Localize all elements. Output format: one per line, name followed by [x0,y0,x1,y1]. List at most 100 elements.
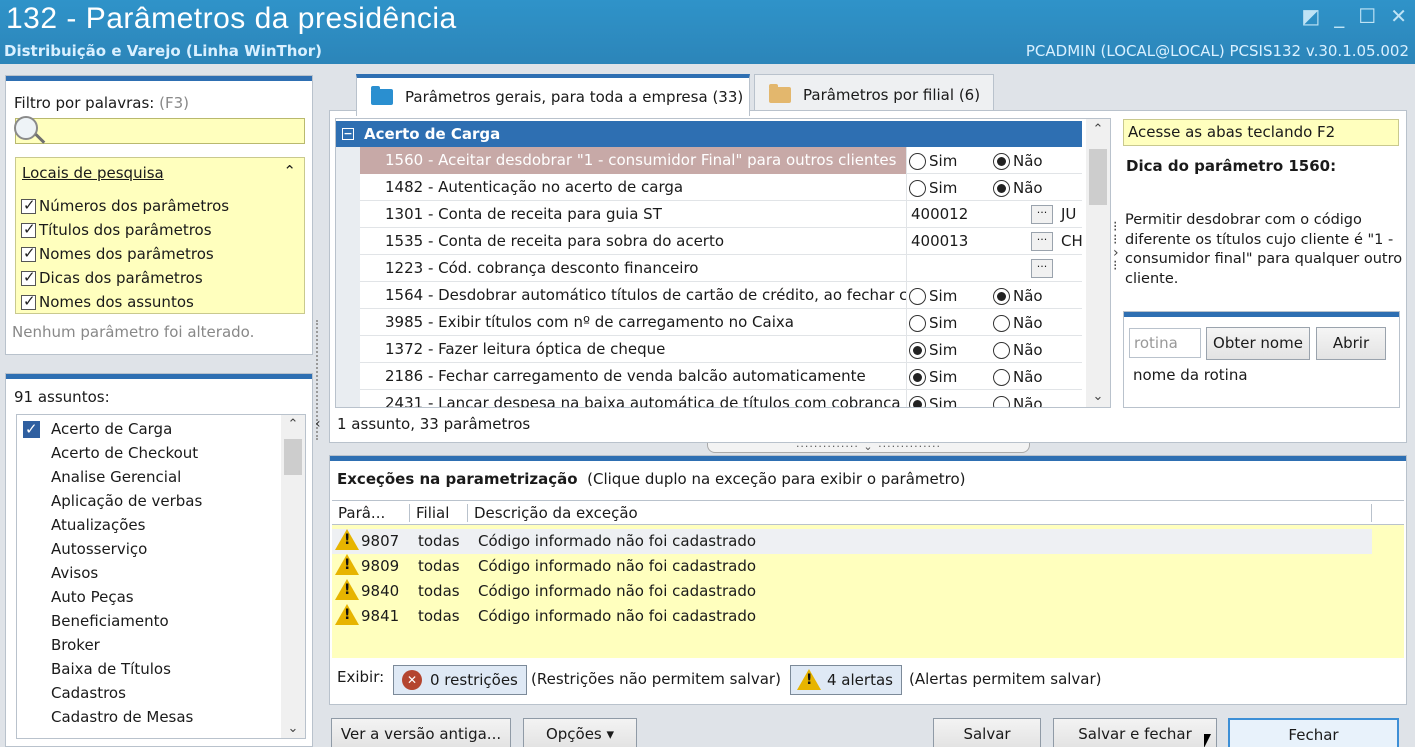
subject-item[interactable]: Acerto de Carga [23,417,305,441]
exception-row[interactable]: 9807 todas Código informado não foi cada… [332,529,1372,554]
restrictions-button[interactable]: ✕ 0 restrições [393,665,527,695]
old-version-button[interactable]: Ver a versão antiga... [331,718,511,747]
param-row[interactable]: 1223 - Cód. cobrança desconto financeiro… [360,255,1082,282]
param-row[interactable]: 3985 - Exibir títulos com nº de carregam… [360,309,1082,336]
param-title: 2186 - Fechar carregamento de venda balc… [385,367,866,385]
lookup-button[interactable]: ··· [1031,205,1053,224]
chevron-up-icon[interactable]: ⌃ [281,417,305,432]
radio-nao[interactable]: Não [993,396,1043,407]
lookup-button[interactable]: ··· [1031,259,1053,278]
lookup-button[interactable]: ··· [1031,232,1053,251]
tab-general-params[interactable]: Parâmetros gerais, para toda a empresa (… [356,74,750,116]
checkbox-checked-icon[interactable] [23,417,40,441]
search-location-item[interactable]: Nomes dos assuntos [21,290,229,314]
radio-nao[interactable]: Não [993,153,1043,170]
param-row[interactable]: 2431 - Lançar despesa na baixa automátic… [360,390,1082,407]
radio-sim[interactable]: Sim [909,315,957,332]
param-row[interactable]: 1482 - Autenticação no acerto de carga S… [360,174,1082,201]
collapse-minus-icon[interactable]: − [342,128,354,140]
restore-icon[interactable]: ◩ [1301,4,1320,28]
group-header[interactable]: − Acerto de Carga [336,121,1082,147]
subject-item[interactable]: Cadastro de Mesas [23,705,305,729]
subject-item[interactable]: Baixa de Títulos [23,657,305,681]
radio-nao[interactable]: Não [993,342,1043,359]
chevron-down-icon[interactable]: ⌄ [281,721,305,736]
radio-nao[interactable]: Não [993,369,1043,386]
param-code[interactable]: 400013 [911,228,968,255]
chevron-down-icon[interactable]: ⌄ [1086,389,1110,404]
subject-item[interactable]: Auto Peças [23,585,305,609]
checkbox-checked-icon[interactable] [21,196,36,214]
subjects-scrollbar[interactable]: ⌃ ⌄ [281,415,305,738]
chevron-left-icon[interactable]: ‹ [315,416,321,432]
param-row[interactable]: 1372 - Fazer leitura óptica de cheque Si… [360,336,1082,363]
filter-input[interactable] [15,118,305,144]
save-close-button[interactable]: Salvar e fechar [1053,718,1217,747]
param-row[interactable]: 1560 - Aceitar desdobrar "1 - consumidor… [360,147,1082,174]
search-location-item[interactable]: Nomes dos parâmetros [21,242,229,266]
error-icon: ✕ [402,670,422,690]
param-row[interactable]: 1564 - Desdobrar automático títulos de c… [360,282,1082,309]
open-button[interactable]: Abrir [1316,327,1386,360]
save-button[interactable]: Salvar [933,718,1041,747]
radio-sim[interactable]: Sim [909,288,957,305]
subject-item[interactable]: Broker [23,633,305,657]
exception-row[interactable]: 9840 todas Código informado não foi cada… [332,579,1372,604]
close-button[interactable]: Fechar [1228,718,1399,747]
filter-panel: Filtro por palavras: (F3) Locais de pesq… [5,75,313,355]
maximize-icon[interactable]: ☐ [1358,4,1376,28]
subject-item[interactable]: Cadastros [23,681,305,705]
param-row[interactable]: 1535 - Conta de receita para sobra do ac… [360,228,1083,255]
chevron-right-icon[interactable]: ⁝ ⁝ › ⁝ [1113,220,1119,273]
search-location-item[interactable]: Títulos dos parâmetros [21,218,229,242]
radio-sim[interactable]: Sim [909,396,957,407]
tab-branch-params[interactable]: Parâmetros por filial (6) [754,74,994,114]
column-header[interactable]: Descrição da exceção [468,504,1372,522]
chevron-up-icon[interactable]: ⌃ [1086,122,1110,137]
search-locations-list: Números dos parâmetros Títulos dos parâm… [21,194,229,314]
exception-row[interactable]: 9809 todas Código informado não foi cada… [332,554,1372,579]
subject-item[interactable]: Analise Gerencial [23,465,305,489]
column-header[interactable]: Parâ... [332,504,410,522]
collapse-up-icon[interactable]: ⌃ [283,162,296,180]
checkbox-checked-icon[interactable] [21,220,36,238]
close-icon[interactable]: ✕ [1390,4,1407,28]
get-name-button[interactable]: Obter nome [1206,327,1310,360]
scroll-thumb[interactable] [1089,149,1107,205]
radio-sim[interactable]: Sim [909,342,957,359]
radio-sim[interactable]: Sim [909,180,957,197]
horizontal-splitter[interactable]: ·············· ⌄ ·············· [707,441,1030,453]
search-location-item[interactable]: Dicas dos parâmetros [21,266,229,290]
subject-item[interactable]: Atualizações [23,513,305,537]
checkbox-checked-icon[interactable] [21,244,36,262]
param-title: 1301 - Conta de receita para guia ST [385,205,662,223]
folder-icon [371,86,393,105]
checkbox-checked-icon[interactable] [21,292,36,310]
alerts-button[interactable]: 4 alertas [790,665,902,695]
subject-item[interactable]: Beneficiamento [23,609,305,633]
radio-sim[interactable]: Sim [909,369,957,386]
parameters-scrollbar[interactable]: ⌃ ⌄ [1086,119,1110,407]
exception-row[interactable]: 9841 todas Código informado não foi cada… [332,604,1372,629]
checkbox-checked-icon[interactable] [21,268,36,286]
exceptions-grid: Parâ... Filial Descrição da exceção 9807… [332,500,1404,658]
subject-item[interactable]: Autosserviço [23,537,305,561]
radio-nao[interactable]: Não [993,315,1043,332]
routine-input[interactable]: rotina [1129,328,1201,358]
minimize-icon[interactable]: _ [1334,4,1344,28]
subject-item[interactable]: Acerto de Checkout [23,441,305,465]
subject-item[interactable]: Aplicação de verbas [23,489,305,513]
warning-icon [335,604,359,625]
radio-sim[interactable]: Sim [909,153,957,170]
param-row[interactable]: 2186 - Fechar carregamento de venda balc… [360,363,1082,390]
scroll-thumb[interactable] [284,439,302,475]
options-button[interactable]: Opções ▾ [523,718,637,747]
param-row[interactable]: 1301 - Conta de receita para guia ST 400… [360,201,1082,228]
column-header[interactable]: Filial [410,504,468,522]
param-code[interactable]: 400012 [911,201,968,228]
radio-nao[interactable]: Não [993,180,1043,197]
subject-item[interactable]: Avisos [23,561,305,585]
search-location-item[interactable]: Números dos parâmetros [21,194,229,218]
radio-nao[interactable]: Não [993,288,1043,305]
exceptions-show-label: Exibir: [337,668,385,686]
